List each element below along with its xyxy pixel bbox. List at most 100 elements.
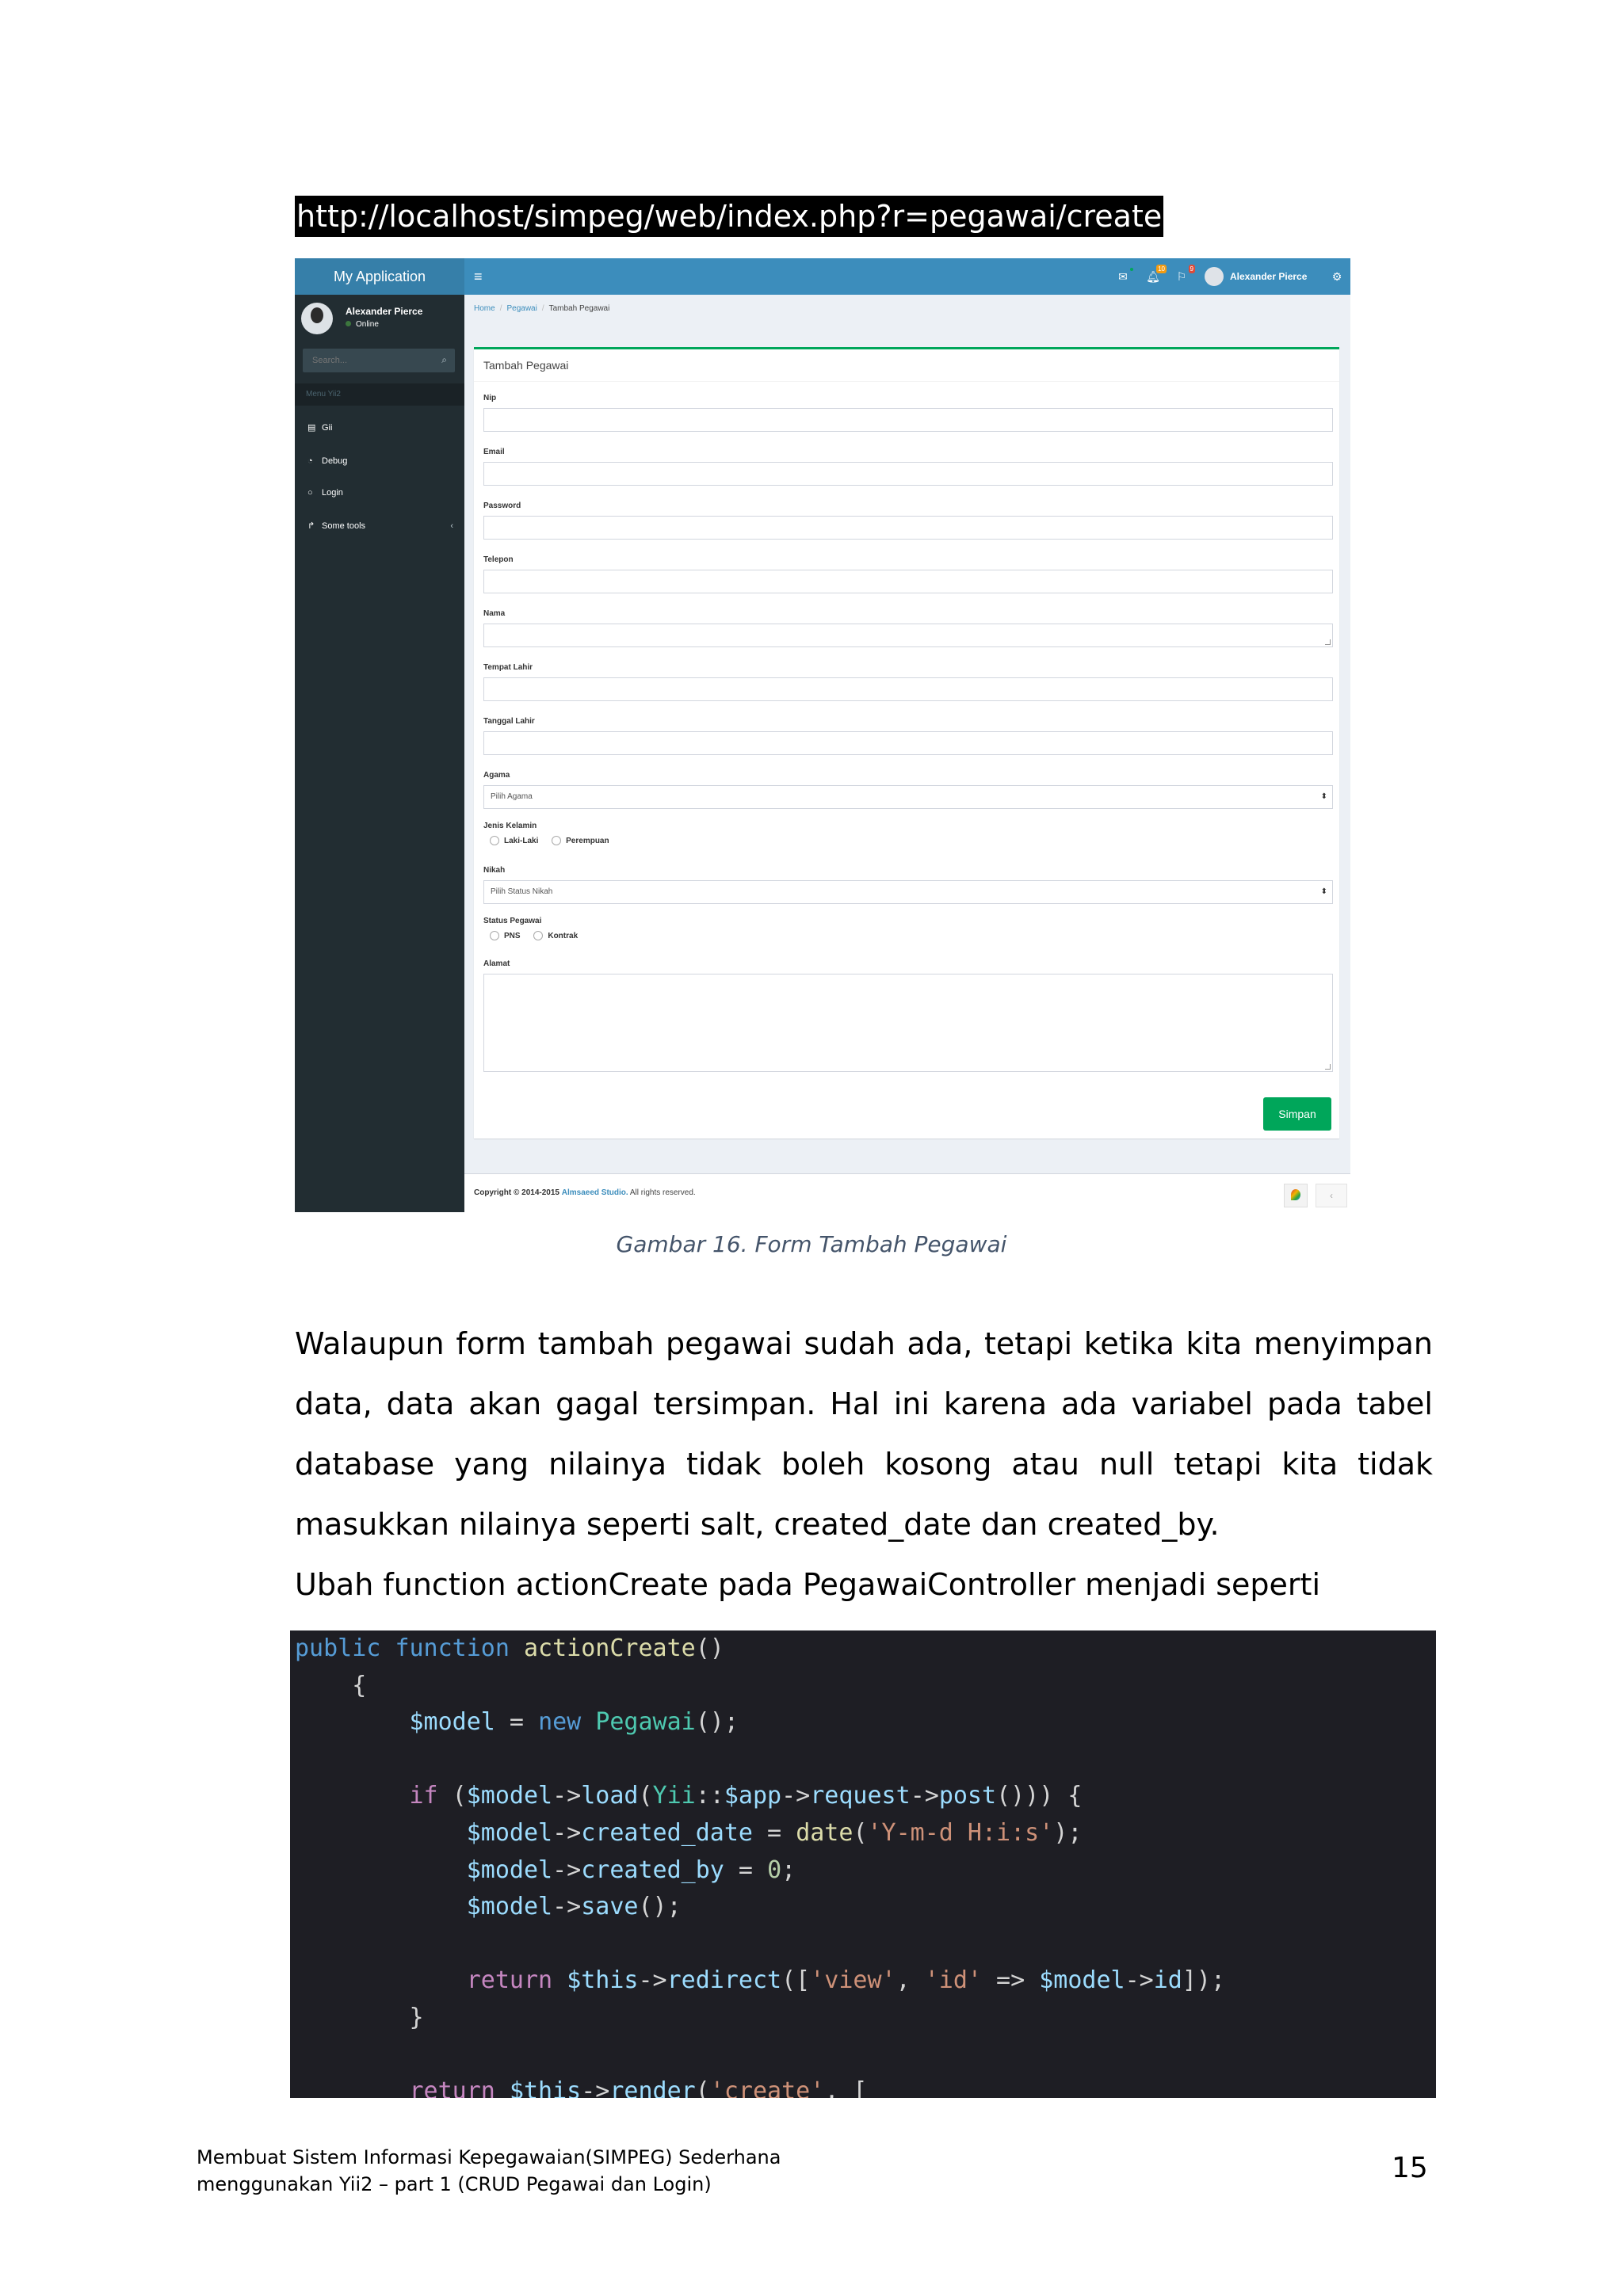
telepon-label: Telepon — [483, 555, 514, 564]
notifications-badge: 10 — [1156, 265, 1167, 273]
avatar — [301, 303, 333, 334]
nama-label: Nama — [483, 609, 506, 618]
url-text: http://localhost/simpeg/web/index.php?r=… — [295, 196, 1164, 237]
status-pegawai-label: Status Pegawai — [483, 917, 542, 925]
status-text: Online — [356, 320, 379, 329]
breadcrumb-current: Tambah Pegawai — [548, 304, 610, 313]
tempat-lahir-label: Tempat Lahir — [483, 663, 533, 672]
debug-toolbar-toggle[interactable]: ‹ — [1316, 1184, 1347, 1207]
tanggal-lahir-field[interactable] — [483, 731, 1333, 755]
nikah-label: Nikah — [483, 866, 506, 875]
sidebar-toggle-icon[interactable]: ≡ — [474, 258, 483, 295]
online-dot-icon — [346, 321, 351, 326]
code-line: $model->save(); — [466, 1893, 682, 1921]
search-icon[interactable]: ⌕ — [441, 354, 447, 366]
email-label: Email — [483, 448, 505, 456]
jenis-kelamin-label: Jenis Kelamin — [483, 822, 537, 830]
resize-handle[interactable] — [1325, 1064, 1331, 1070]
gears-icon[interactable]: ⚙ — [1330, 269, 1344, 284]
figure-caption: Gambar 16. Form Tambah Pegawai — [616, 1231, 1007, 1257]
agama-select-value: Pilih Agama — [491, 792, 533, 801]
share-icon: ↱ — [307, 521, 315, 531]
code-line: $model->created_date = date('Y-m-d H:i:s… — [466, 1818, 1083, 1847]
yii-debug-icon[interactable] — [1284, 1184, 1308, 1207]
telepon-field[interactable] — [483, 570, 1333, 593]
code-line: if ($model->load(Yii::$app->request->pos… — [409, 1782, 1083, 1810]
password-field[interactable] — [483, 516, 1333, 540]
avatar[interactable] — [1205, 267, 1224, 286]
status-badge: Online — [346, 320, 379, 329]
sidebar-item-label: Login — [322, 488, 343, 498]
body-text: Walaupun form tambah pegawai sudah ada, … — [295, 1314, 1433, 1675]
resize-handle[interactable] — [1325, 639, 1331, 645]
sidebar-item-label: Gii — [322, 423, 333, 433]
nip-field[interactable] — [483, 408, 1333, 432]
radio-icon[interactable] — [490, 931, 499, 940]
radio-icon[interactable] — [533, 931, 544, 940]
radio-kontrak[interactable]: Kontrak — [533, 931, 578, 940]
select-arrow-icon: ⬍ — [1320, 792, 1327, 801]
agama-label: Agama — [483, 771, 510, 780]
sidebar-item-label: Some tools — [322, 521, 366, 531]
nama-field[interactable] — [483, 624, 1333, 647]
sidebar-item-login[interactable]: ○ Login — [295, 477, 464, 509]
radio-perempuan[interactable]: Perempuan — [552, 836, 609, 845]
simpan-button[interactable]: Simpan — [1263, 1097, 1331, 1131]
bell-icon[interactable]: 🔔︎ 10 — [1146, 265, 1167, 284]
flag-icon[interactable]: ⚐ 9 — [1174, 265, 1195, 284]
alamat-textarea[interactable] — [483, 974, 1333, 1072]
form-box: Tambah Pegawai Nip Email Password Telepo… — [474, 347, 1339, 1138]
sidebar-item-gii[interactable]: ▤ Gii — [295, 412, 464, 444]
radio-icon[interactable] — [552, 836, 562, 845]
code-line: return $this->redirect(['view', 'id' => … — [466, 1966, 1226, 1995]
sidebar: Alexander Pierce Online ⌕ Menu Yii2 ▤ Gii… — [295, 295, 464, 1212]
code-line: return $this->render('create', [ — [409, 2077, 868, 2098]
content-area: Home / Pegawai / Tambah Pegawai Tambah Pegaw… — [464, 295, 1350, 1212]
envelope-icon[interactable]: ✉ — [1116, 268, 1133, 284]
tanggal-lahir-label: Tanggal Lahir — [483, 717, 535, 726]
code-line: { — [295, 1671, 367, 1699]
radio-pns[interactable]: PNS — [490, 931, 521, 940]
email-field[interactable] — [483, 462, 1333, 486]
copyright-text: Copyright © 2014-2015 Almsaeed Studio. A… — [474, 1188, 696, 1197]
radio-laki-laki[interactable]: Laki-Laki — [490, 836, 538, 845]
code-block: public function actionCreate() { $model … — [290, 1630, 1436, 2098]
select-arrow-icon: ⬍ — [1320, 887, 1327, 896]
code-line: $model = new Pegawai(); — [409, 1708, 739, 1737]
tasks-badge: 9 — [1188, 265, 1195, 273]
agama-select[interactable]: Pilih Agama ⬍ — [483, 785, 1333, 809]
page-title: Tambah Pegawai — [483, 359, 569, 372]
status-pegawai-radios: PNS Kontrak — [490, 931, 589, 940]
sidebar-header: Menu Yii2 — [295, 383, 464, 406]
app-brand[interactable]: My Application — [295, 258, 464, 295]
app-footer: Copyright © 2014-2015 Almsaeed Studio. A… — [464, 1173, 1350, 1212]
search-input[interactable] — [303, 349, 449, 372]
messages-badge — [1130, 268, 1133, 271]
breadcrumb-home[interactable]: Home — [474, 304, 495, 313]
studio-link[interactable]: Almsaeed Studio. — [562, 1188, 628, 1197]
code-line: public function actionCreate() — [295, 1634, 724, 1662]
nikah-select[interactable]: Pilih Status Nikah ⬍ — [483, 880, 1333, 904]
alamat-label: Alamat — [483, 959, 510, 968]
circle-icon: ○ — [307, 488, 313, 498]
sidebar-item-some-tools[interactable]: ↱ Some tools ‹ — [295, 510, 464, 542]
breadcrumb: Home / Pegawai / Tambah Pegawai — [474, 304, 610, 313]
nikah-select-value: Pilih Status Nikah — [491, 887, 553, 896]
sidebar-search: ⌕ — [303, 349, 455, 372]
breadcrumb-pegawai[interactable]: Pegawai — [506, 304, 537, 313]
paragraph: Walaupun form tambah pegawai sudah ada, … — [295, 1326, 1433, 1542]
page-footer: Membuat Sistem Informasi Kepegawaian(SIM… — [197, 2144, 781, 2198]
page-number: 15 — [1392, 2152, 1428, 2184]
nip-label: Nip — [483, 394, 497, 402]
file-code-icon: ▤ — [307, 423, 316, 433]
chevron-left-icon: ‹ — [450, 521, 453, 531]
password-label: Password — [483, 502, 521, 510]
dashboard-icon: ◔ — [307, 456, 313, 466]
code-line: $model->created_by = 0; — [466, 1855, 796, 1884]
radio-icon[interactable] — [490, 836, 499, 845]
tempat-lahir-field[interactable] — [483, 677, 1333, 701]
user-menu-name[interactable]: Alexander Pierce — [1230, 258, 1307, 295]
footer-line: menggunakan Yii2 – part 1 (CRUD Pegawai … — [197, 2173, 712, 2195]
sidebar-item-debug[interactable]: ◔ Debug — [295, 445, 464, 477]
sidebar-user-name: Alexander Pierce — [346, 306, 423, 317]
